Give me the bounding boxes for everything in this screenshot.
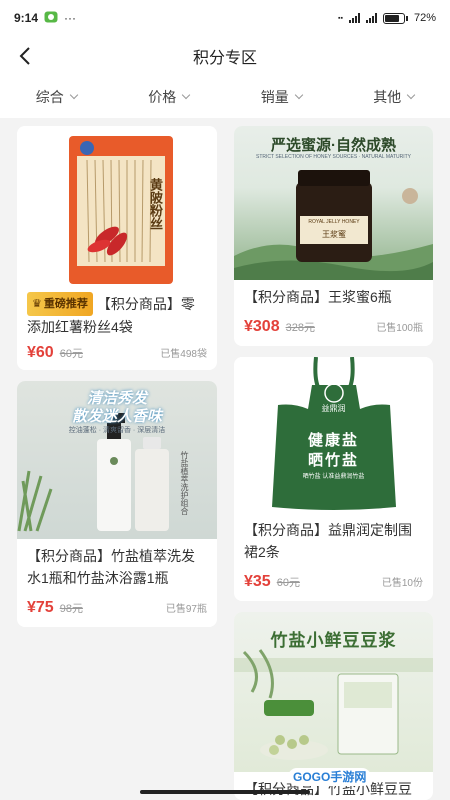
filter-comprehensive[interactable]: 综合 (0, 87, 113, 107)
page-title: 积分专区 (192, 50, 257, 67)
watermark-logo: GOGO手游网 (288, 768, 372, 786)
original-price: 98元 (59, 603, 83, 615)
product-price: ¥75 (27, 599, 54, 616)
sold-count: 已售498袋 (160, 349, 207, 360)
recommend-badge: ♛ 重磅推荐 (27, 292, 93, 316)
signal-icon-2 (365, 13, 377, 23)
apron-small-text: 晒竹盐 认准益鼎润竹盐 (302, 474, 365, 480)
package-label: 黄陂粉丝 (148, 178, 163, 230)
original-price: 60元 (276, 577, 300, 589)
jar-label-en: ROYAL JELLY HONEY (308, 219, 360, 225)
product-name: 【积分商品】益鼎润定制围裙2条 (244, 522, 412, 560)
nav-bar: 积分专区 (0, 36, 450, 76)
jar-label-cn: 王浆蜜 (322, 230, 346, 239)
product-card-shampoo[interactable]: 清洁秀发 散发迷人香味 控油蓬松 · 清爽留香 · 深层清洁 竹盐植萃洗护组合 … (17, 381, 217, 627)
image-headline-2: 散发迷人香味 (71, 408, 162, 425)
crown-icon: ♛ (32, 298, 42, 310)
image-subline: 控油蓬松 · 清爽留香 · 深层清洁 (68, 427, 166, 434)
image-subline: STRICT SELECTION OF HONEY SOURCES · NATU… (255, 154, 412, 160)
original-price: 328元 (285, 322, 315, 334)
sold-count: 已售10份 (381, 578, 423, 589)
apron-text-1: 健康盐 (307, 432, 359, 449)
network-speed-icon: ▪▪ (338, 14, 343, 22)
signal-icon-1 (348, 13, 360, 23)
filter-bar: 综合 价格 销量 其他 (0, 76, 450, 118)
filter-other[interactable]: 其他 (338, 87, 450, 107)
battery-icon (382, 12, 405, 24)
image-headline: 竹盐小鲜豆豆浆 (270, 631, 397, 650)
battery-level: 72% (413, 12, 436, 24)
filter-sales[interactable]: 销量 (225, 87, 338, 107)
product-card-apron[interactable]: 益鼎润 健康盐 晒竹盐 晒竹盐 认准益鼎润竹盐 【积分商品】益鼎润定制围裙2条 … (234, 357, 433, 601)
status-time: 9:14 (14, 11, 39, 25)
product-name: 【积分商品】竹盐植萃洗发水1瓶和竹盐沐浴露1瓶 (27, 548, 195, 586)
product-image: 竹盐小鲜豆豆浆 (234, 612, 433, 772)
product-price: ¥60 (27, 344, 54, 361)
chevron-down-icon (407, 90, 416, 100)
more-dots: ··· (64, 11, 77, 25)
apron-brand: 益鼎润 (321, 404, 346, 413)
apron-text-2: 晒竹盐 (307, 452, 359, 469)
product-image: 黄陂粉丝 (17, 126, 217, 286)
product-card-honey[interactable]: 严选蜜源·自然成熟 STRICT SELECTION OF HONEY SOUR… (234, 126, 433, 346)
original-price: 60元 (59, 348, 83, 360)
wechat-icon (44, 11, 58, 26)
chevron-down-icon (69, 90, 78, 100)
home-indicator[interactable] (140, 790, 310, 794)
product-image: 严选蜜源·自然成熟 STRICT SELECTION OF HONEY SOUR… (234, 126, 433, 280)
chevron-down-icon (182, 90, 191, 100)
sold-count: 已售100瓶 (376, 323, 423, 334)
product-name: 【积分商品】王浆蜜6瓶 (244, 289, 392, 305)
back-arrow-icon[interactable] (14, 44, 38, 68)
status-bar: 9:14 ··· ▪▪ 72% (0, 0, 450, 36)
side-text: 竹盐植萃洗护组合 (180, 451, 189, 515)
product-price: ¥308 (244, 318, 280, 335)
filter-price[interactable]: 价格 (113, 87, 226, 107)
product-card-noodles[interactable]: 黄陂粉丝 ♛ 重磅推荐 【积分商品】零添加红薯粉丝4袋 ¥60 60元 已售498袋 (17, 126, 217, 370)
sold-count: 已售97瓶 (165, 604, 207, 615)
product-image: 清洁秀发 散发迷人香味 控油蓬松 · 清爽留香 · 深层清洁 竹盐植萃洗护组合 (17, 381, 217, 539)
product-image: 益鼎润 健康盐 晒竹盐 晒竹盐 认准益鼎润竹盐 (234, 357, 433, 513)
product-price: ¥35 (244, 573, 271, 590)
chevron-down-icon (294, 90, 303, 100)
image-headline: 严选蜜源·自然成熟 (271, 137, 396, 154)
